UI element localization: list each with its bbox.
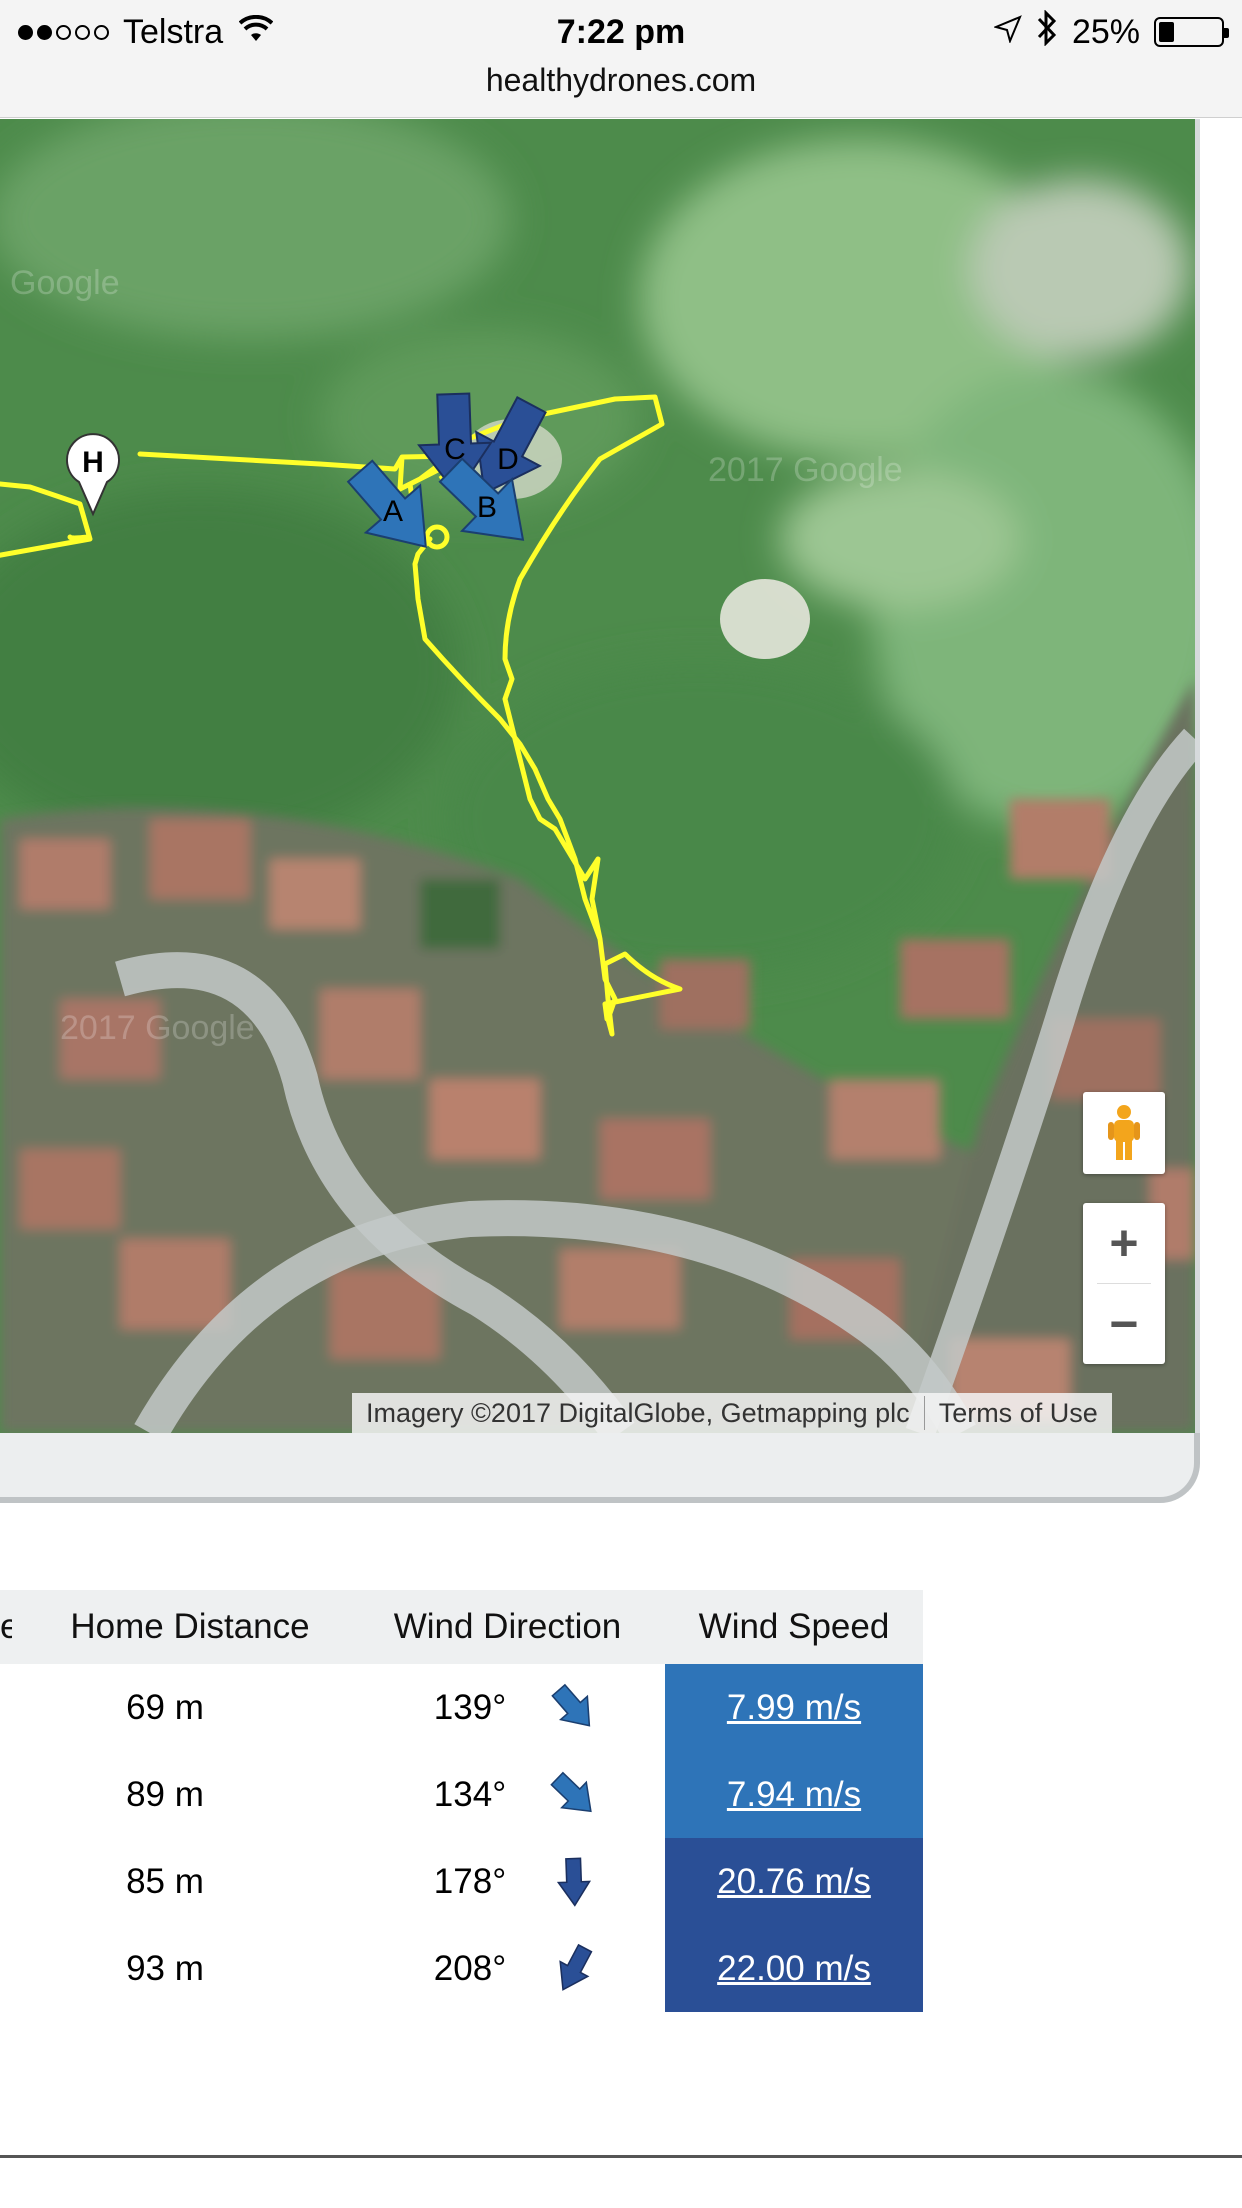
column-header-home-distance: Home Distance bbox=[70, 1607, 310, 1646]
battery-level bbox=[1159, 22, 1174, 42]
pegman-icon bbox=[1108, 1105, 1140, 1160]
table-row: 89 m 134° 7.94 m/s bbox=[0, 1751, 923, 1838]
address-bar-url[interactable]: healthydrones.com bbox=[0, 58, 1242, 102]
svg-text:D: D bbox=[497, 443, 519, 476]
wind-direction-cell: 208° bbox=[433, 1949, 507, 1988]
terms-of-use-link[interactable]: Terms of Use bbox=[925, 1398, 1112, 1429]
wind-direction-arrow-icon bbox=[550, 1771, 592, 1813]
home-distance-cell: 89 m bbox=[126, 1775, 204, 1814]
map-watermark: Google bbox=[10, 264, 120, 302]
wind-direction-arrow-icon bbox=[551, 1683, 591, 1727]
battery-percent: 25% bbox=[1071, 12, 1140, 51]
map-watermark: 2017 Google bbox=[60, 1009, 255, 1047]
flight-map[interactable]: Google 2017 Google 2017 Google H D C A B bbox=[0, 119, 1195, 1433]
column-header-wind-direction: Wind Direction bbox=[393, 1607, 622, 1646]
status-right: 25% bbox=[992, 8, 1229, 55]
wind-direction-cell: 178° bbox=[433, 1862, 507, 1901]
page-bottom-divider bbox=[0, 2155, 1242, 2158]
table-row: 93 m 208° 22.00 m/s bbox=[0, 1925, 923, 2012]
wind-speed-link[interactable]: 20.76 m/s bbox=[665, 1838, 923, 1925]
wind-speed-link[interactable]: 22.00 m/s bbox=[665, 1925, 923, 2012]
status-bar: Telstra 7:22 pm 25% healthydrones.com bbox=[0, 0, 1242, 118]
wind-speed-link[interactable]: 7.94 m/s bbox=[665, 1751, 923, 1838]
home-distance-cell: 85 m bbox=[126, 1862, 204, 1901]
wind-speed-link[interactable]: 7.99 m/s bbox=[665, 1664, 923, 1751]
battery-icon bbox=[1154, 17, 1229, 47]
street-view-pegman-button[interactable] bbox=[1083, 1092, 1165, 1174]
column-header-cutoff: e bbox=[0, 1607, 12, 1646]
bluetooth-icon bbox=[1036, 8, 1058, 55]
zoom-in-button[interactable]: + bbox=[1083, 1203, 1165, 1283]
map-attribution: Imagery ©2017 DigitalGlobe, Getmapping p… bbox=[352, 1393, 1112, 1433]
map-frame-edge bbox=[1195, 119, 1200, 1439]
table-row: 69 m 139° 7.99 m/s bbox=[0, 1664, 923, 1751]
zoom-out-button[interactable]: − bbox=[1083, 1284, 1165, 1364]
satellite-imagery: Google 2017 Google 2017 Google H D C A B bbox=[0, 119, 1195, 1433]
wind-direction-cell: 139° bbox=[433, 1688, 507, 1727]
wind-direction-arrow-icon bbox=[559, 1943, 593, 1991]
wind-direction-cell: 134° bbox=[433, 1775, 507, 1814]
home-distance-cell: 69 m bbox=[126, 1688, 204, 1727]
wind-direction-arrow-icon bbox=[556, 1857, 592, 1907]
map-panel-footer bbox=[0, 1433, 1200, 1503]
svg-text:B: B bbox=[477, 491, 497, 524]
zoom-control: + − bbox=[1083, 1203, 1165, 1364]
column-header-wind-speed: Wind Speed bbox=[698, 1607, 890, 1646]
home-distance-cell: 93 m bbox=[126, 1949, 204, 1988]
table-header: e Home Distance Wind Direction Wind Spee… bbox=[0, 1590, 923, 1664]
imagery-credit: Imagery ©2017 DigitalGlobe, Getmapping p… bbox=[366, 1397, 910, 1428]
location-arrow-icon bbox=[992, 13, 1022, 52]
table-row: 85 m 178° 20.76 m/s bbox=[0, 1838, 923, 1925]
svg-text:H: H bbox=[82, 446, 104, 479]
map-watermark: 2017 Google bbox=[708, 451, 903, 489]
svg-text:A: A bbox=[383, 495, 403, 528]
map-frame-right bbox=[1195, 119, 1242, 1509]
